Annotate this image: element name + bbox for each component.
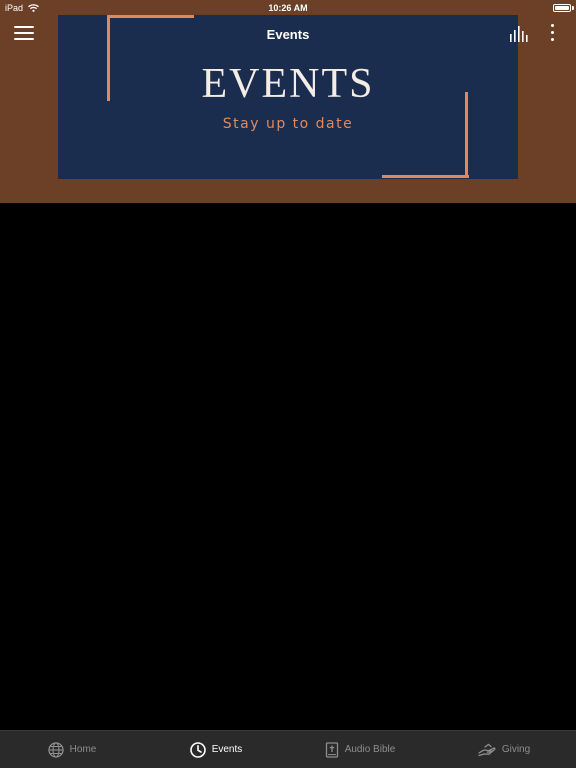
clock-icon	[189, 741, 206, 758]
events-content	[0, 203, 576, 730]
hamburger-icon	[14, 32, 34, 34]
tab-label: Giving	[501, 744, 531, 755]
tab-events[interactable]: Events	[144, 731, 288, 768]
hamburger-icon	[14, 38, 34, 40]
tab-home[interactable]: Home	[0, 731, 144, 768]
hamburger-icon	[14, 26, 34, 28]
more-dots-icon	[550, 38, 554, 41]
audio-button[interactable]	[508, 25, 530, 43]
menu-button[interactable]	[14, 26, 34, 42]
tab-audio-bible[interactable]: Audio Bible	[288, 731, 432, 768]
banner-corner-line	[382, 175, 469, 178]
tab-label: Home	[69, 744, 97, 755]
giving-hand-icon	[478, 743, 496, 756]
page-title: Events	[266, 27, 310, 42]
status-time: 10:26 AM	[268, 3, 308, 13]
tab-label: Audio Bible	[344, 744, 396, 755]
globe-icon	[48, 741, 64, 758]
events-screen: EVENTS Stay up to date Events iPad 10:26…	[0, 0, 576, 768]
audio-levels-icon	[510, 26, 528, 42]
bible-icon	[325, 741, 338, 758]
tab-bar: Home Events Audio Bible Giving	[0, 730, 576, 768]
more-options-button[interactable]	[544, 24, 560, 44]
banner-subtitle: Stay up to date	[222, 116, 354, 132]
banner-title: EVENTS	[201, 61, 375, 107]
tab-label: Events	[211, 744, 243, 755]
status-bar: iPad 10:26 AM	[0, 0, 576, 16]
more-dots-icon	[550, 24, 554, 27]
header: EVENTS Stay up to date Events	[0, 0, 576, 203]
more-dots-icon	[550, 31, 554, 34]
tab-giving[interactable]: Giving	[432, 731, 576, 768]
battery-icon	[553, 4, 571, 12]
battery-tip	[572, 6, 574, 10]
